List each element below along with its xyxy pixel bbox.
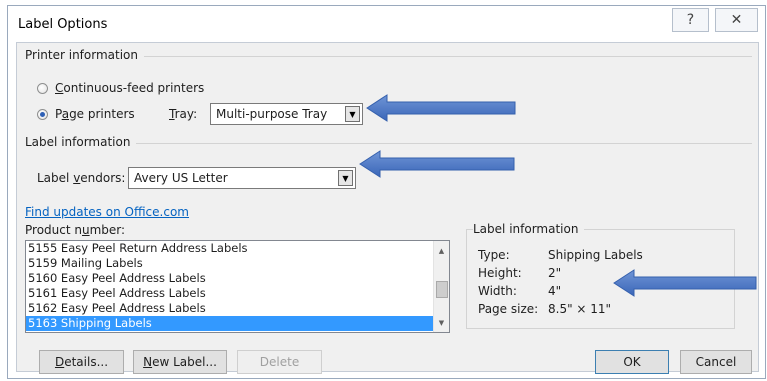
dimensions-arrow-icon — [613, 269, 757, 297]
type-value: Shipping Labels — [548, 248, 643, 262]
page-printers-radio[interactable] — [37, 108, 48, 120]
continuous-feed-radio-row[interactable]: Continuous-feed printers — [37, 81, 204, 95]
delete-button-label: Delete — [259, 355, 300, 369]
scroll-thumb[interactable] — [436, 281, 448, 298]
printer-info-heading: Printer information — [25, 48, 144, 62]
scroll-down-icon[interactable]: ▼ — [434, 315, 449, 330]
scroll-up-icon[interactable]: ▲ — [434, 243, 449, 258]
new-label-button-label: New Label... — [143, 355, 217, 369]
tray-select[interactable]: Multi-purpose Tray ▼ — [210, 103, 363, 125]
page-size-key: Page size: — [478, 302, 539, 316]
list-item[interactable]: 5159 Mailing Labels — [26, 256, 449, 271]
chevron-down-icon[interactable]: ▼ — [345, 106, 360, 122]
list-item[interactable]: 5161 Easy Peel Address Labels — [26, 286, 449, 301]
list-item[interactable]: 5162 Easy Peel Address Labels — [26, 301, 449, 316]
tray-arrow-icon — [366, 94, 516, 122]
label-vendors-label: Label vendors: — [37, 171, 126, 185]
page-size-row: Page size: 8.5" × 11" — [478, 302, 611, 316]
find-updates-link[interactable]: Find updates on Office.com — [25, 205, 189, 219]
dialog-title: Label Options — [18, 17, 108, 32]
cancel-button-label: Cancel — [695, 355, 737, 369]
height-key: Height: — [478, 266, 522, 280]
help-button[interactable]: ? — [672, 8, 709, 32]
label-info-heading: Label information — [25, 135, 137, 149]
ok-button-label: OK — [623, 355, 641, 369]
delete-button[interactable]: Delete — [237, 350, 322, 374]
continuous-feed-label: Continuous-feed printers — [55, 81, 205, 95]
product-number-list[interactable]: 5155 Easy Peel Return Address Labels 515… — [25, 240, 450, 333]
help-icon: ? — [686, 12, 695, 28]
new-label-button[interactable]: New Label... — [133, 350, 227, 374]
vendors-arrow-icon — [359, 150, 515, 178]
list-item[interactable]: 5160 Easy Peel Address Labels — [26, 271, 449, 286]
list-item-selected[interactable]: 5163 Shipping Labels — [26, 316, 449, 331]
height-row: Height: 2" — [478, 266, 561, 280]
list-scrollbar[interactable]: ▲ ▼ — [433, 241, 449, 332]
close-icon: ✕ — [730, 12, 743, 28]
tray-value: Multi-purpose Tray — [216, 107, 328, 121]
height-value: 2" — [548, 266, 562, 280]
details-button-label: Details... — [54, 355, 109, 369]
width-key: Width: — [478, 284, 517, 298]
page-printers-radio-row[interactable]: Page printers — [37, 107, 135, 121]
label-vendors-select[interactable]: Avery US Letter ▼ — [128, 167, 356, 189]
width-row: Width: 4" — [478, 284, 561, 298]
label-options-dialog: Label Options ? ✕ Printer information Co… — [7, 5, 766, 379]
page-printers-label: Page printers — [55, 107, 135, 121]
continuous-feed-radio[interactable] — [37, 82, 48, 94]
type-row: Type: Shipping Labels — [478, 248, 643, 262]
details-button[interactable]: Details... — [39, 350, 124, 374]
chevron-down-icon[interactable]: ▼ — [338, 170, 353, 186]
label-details-heading: Label information — [473, 222, 585, 236]
dialog-body: Printer information Continuous-feed prin… — [16, 42, 759, 374]
title-bar: Label Options ? ✕ — [8, 6, 765, 42]
list-item[interactable]: 5155 Easy Peel Return Address Labels — [26, 241, 449, 256]
cancel-button[interactable]: Cancel — [680, 350, 752, 374]
page-size-value: 8.5" × 11" — [548, 302, 612, 316]
width-value: 4" — [548, 284, 562, 298]
close-button[interactable]: ✕ — [715, 8, 758, 32]
ok-button[interactable]: OK — [595, 350, 669, 374]
tray-label: Tray: — [169, 107, 198, 121]
type-key: Type: — [478, 248, 510, 262]
product-number-label: Product number: — [25, 223, 126, 237]
label-vendors-value: Avery US Letter — [134, 171, 228, 185]
